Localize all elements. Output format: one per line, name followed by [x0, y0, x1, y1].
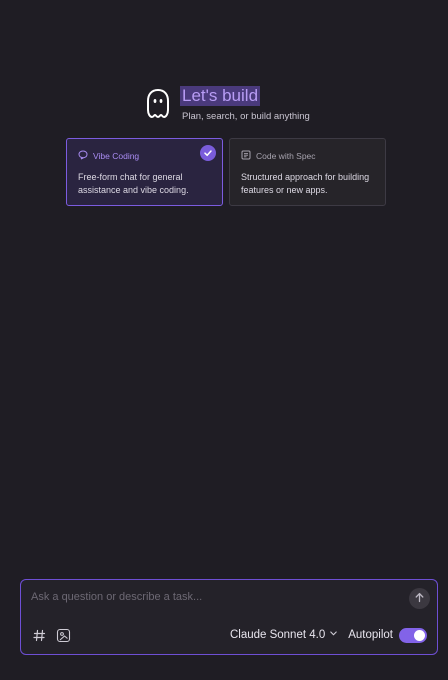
- chat-composer: Claude Sonnet 4.0 Autopilot: [20, 579, 438, 655]
- image-upload-icon[interactable]: [55, 627, 71, 643]
- send-button[interactable]: [409, 588, 430, 609]
- page-title: Let's build: [180, 86, 261, 106]
- chat-bubble-icon: [78, 150, 88, 162]
- mode-card-code-with-spec[interactable]: Code with Spec Structured approach for b…: [229, 138, 386, 206]
- chevron-down-icon: [329, 629, 338, 641]
- arrow-up-icon: [414, 590, 425, 608]
- checkmark-icon: [200, 145, 216, 161]
- autopilot-toggle[interactable]: [399, 627, 427, 643]
- mode-card-description: Free-form chat for general assistance an…: [78, 172, 189, 195]
- mode-card-description: Structured approach for building feature…: [241, 172, 370, 195]
- toggle-knob: [414, 629, 425, 641]
- chat-input[interactable]: [29, 590, 393, 604]
- autopilot-label: Autopilot: [348, 629, 393, 641]
- kiro-chat-panel: Let's build Plan, search, or build anyth…: [0, 0, 448, 680]
- page-subtitle: Plan, search, or build anything: [182, 111, 310, 122]
- mode-selector: Vibe Coding Free-form chat for general a…: [66, 138, 386, 206]
- mode-card-vibe-coding[interactable]: Vibe Coding Free-form chat for general a…: [66, 138, 223, 206]
- hash-icon[interactable]: [31, 627, 47, 643]
- spec-document-icon: [241, 150, 251, 162]
- welcome-header: Let's build Plan, search, or build anyth…: [144, 86, 310, 122]
- ghost-logo-icon: [144, 87, 172, 121]
- mode-card-title: Vibe Coding: [93, 151, 140, 161]
- composer-toolbar: Claude Sonnet 4.0 Autopilot: [31, 626, 427, 644]
- model-name: Claude Sonnet 4.0: [229, 629, 326, 641]
- mode-card-title: Code with Spec: [256, 151, 316, 161]
- model-selector[interactable]: Claude Sonnet 4.0: [230, 629, 338, 641]
